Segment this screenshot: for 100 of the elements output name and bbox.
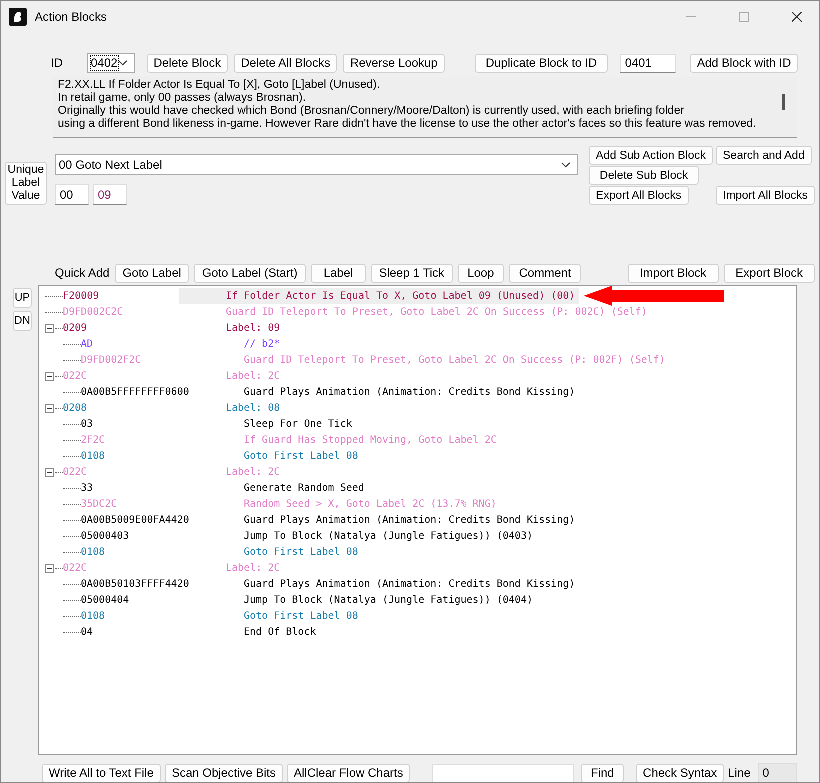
tree-item-text: Goto First Label 08 (244, 546, 358, 558)
description-line: using a different Bond likeness in-game. However Rare didn't have the license to use the other actor's faces so this feature was removed. (58, 118, 758, 131)
tree-item-code: 0A00B50103FFFF4420 (81, 578, 190, 590)
unique-label-value-button[interactable]: Unique Label Value (5, 162, 47, 205)
check-syntax-button[interactable]: Check Syntax (636, 764, 724, 782)
description-line: In retail game, only 00 passes (always Brosnan). (58, 92, 308, 105)
tree-item[interactable]: 05000403 Jump To Block (Natalya (Jungle Fatigues)) (0403) (39, 528, 796, 544)
tree-item[interactable]: 0108 Goto First Label 08 (39, 608, 796, 624)
tree-item-code: 05000404 (81, 594, 130, 606)
tree-item-code: D9FD002C2C (63, 306, 124, 318)
tree-item-text: Goto First Label 08 (244, 610, 358, 622)
tree-item-text: If Guard Has Stopped Moving, Goto Label 2C (244, 434, 497, 446)
allclear-flow-charts-button[interactable]: AllClear Flow Charts (286, 764, 410, 782)
line-label: Line (728, 766, 751, 780)
chevron-down-icon (118, 60, 128, 66)
import-block-button[interactable]: Import Block (628, 264, 719, 282)
tree-item[interactable]: 04 End Of Block (39, 624, 796, 640)
tree-item-code: 0A00B5009E00FA4420 (81, 514, 190, 526)
move-down-button[interactable]: DN (13, 311, 32, 331)
label-value-field[interactable]: 09 (93, 184, 127, 205)
add-block-with-id-button[interactable]: Add Block with ID (690, 54, 798, 72)
id-label: ID (51, 56, 63, 70)
tree-item-code: 0208 (63, 402, 88, 414)
tree-item-code: D9FD002F2C (81, 354, 142, 366)
export-all-blocks-button[interactable]: Export All Blocks (589, 186, 689, 205)
write-all-to-text-file-button[interactable]: Write All to Text File (42, 764, 161, 782)
chevron-down-icon (561, 162, 571, 168)
tree-item-text: Guard ID Teleport To Preset, Goto Label 2C On Success (P: 002F) (Self) (244, 354, 666, 366)
description-line: Originally this would have checked which Bond (Brosnan/Connery/Moore/Dalton) is currently used, with each briefing folder (58, 105, 686, 118)
tree-item-text: Sleep For One Tick (244, 418, 352, 430)
reverse-lookup-button[interactable]: Reverse Lookup (343, 54, 445, 72)
tree-item-text: Jump To Block (Natalya (Jungle Fatigues)) (0403) (244, 530, 533, 542)
quick-add-button[interactable]: Sleep 1 Tick (371, 264, 453, 282)
tree-item-text: // b2* (244, 338, 280, 350)
delete-all-blocks-button[interactable]: Delete All Blocks (234, 54, 338, 72)
tree-item[interactable]: 0108 Goto First Label 08 (39, 544, 796, 560)
tree-item[interactable]: 0A00B5FFFFFFFF0600 Guard Plays Animation (Animation: Credits Bond Kissing) (39, 384, 796, 400)
collapse-icon[interactable] (45, 372, 54, 380)
tree-item-code: 0108 (81, 546, 106, 558)
search-and-add-button[interactable]: Search and Add (716, 146, 812, 165)
tree-item-text: Label: 08 (226, 402, 280, 414)
quick-add-button[interactable]: Comment (509, 264, 582, 282)
scrollbar-thumb[interactable] (782, 94, 785, 110)
id-dropdown[interactable]: 0402 (87, 53, 135, 73)
add-sub-action-block-button[interactable]: Add Sub Action Block (589, 146, 713, 165)
delete-block-button[interactable]: Delete Block (146, 54, 228, 72)
tree-item-code: 05000403 (81, 530, 130, 542)
tree-item-code: AD (81, 338, 94, 350)
duplicate-block-button[interactable]: Duplicate Block to ID (474, 54, 608, 72)
quick-add-button[interactable]: Label (310, 264, 366, 282)
target-id-field[interactable]: 0401 (620, 54, 676, 72)
tree-item[interactable]: 03 Sleep For One Tick (39, 416, 796, 432)
tree-item-text: Guard Plays Animation (Animation: Credits Bond Kissing) (244, 386, 576, 398)
tree-item-code: 03 (81, 418, 94, 430)
description-line: F2.XX.LL If Folder Actor Is Equal To [X], Goto [L]abel (Unused). (58, 79, 382, 92)
quick-add-label: Quick Add (55, 266, 110, 280)
tree-item-code: 022C (63, 370, 88, 382)
label-value-field[interactable]: 00 (55, 184, 89, 205)
tree-item[interactable]: 33 Generate Random Seed (39, 480, 796, 496)
tree-item-text: Guard Plays Animation (Animation: Credits Bond Kissing) (244, 578, 576, 590)
import-all-blocks-button[interactable]: Import All Blocks (716, 186, 815, 205)
window-title: Action Blocks (35, 10, 108, 24)
tree-item[interactable]: 0A00B50103FFFF4420 Guard Plays Animation (Animation: Credits Bond Kissing) (39, 576, 796, 592)
tree-item-code: 0A00B5FFFFFFFF0600 (81, 386, 190, 398)
tree-item[interactable]: 0209 Label: 09 (39, 320, 796, 336)
tree-item-text: Guard Plays Animation (Animation: Credits Bond Kissing) (244, 514, 576, 526)
tree-item-text: Guard ID Teleport To Preset, Goto Label 2C On Success (P: 002C) (Self) (226, 306, 648, 318)
quick-add-button[interactable]: Goto Label (114, 264, 190, 282)
tree-item-code: 35DC2C (81, 498, 118, 510)
export-block-button[interactable]: Export Block (724, 264, 815, 282)
collapse-icon[interactable] (45, 324, 54, 332)
find-field[interactable] (432, 764, 574, 782)
tree-item[interactable]: 0A00B5009E00FA4420 Guard Plays Animation (Animation: Credits Bond Kissing) (39, 512, 796, 528)
tree-item-code: 0108 (81, 610, 106, 622)
command-dropdown[interactable]: 00 Goto Next Label (55, 154, 578, 175)
quick-add-button[interactable]: Goto Label (Start) (194, 264, 306, 282)
collapse-icon[interactable] (45, 404, 54, 412)
tree-item-text: Jump To Block (Natalya (Jungle Fatigues)) (0404) (244, 594, 533, 606)
tree-item-text: Label: 2C (226, 466, 280, 478)
delete-sub-block-button[interactable]: Delete Sub Block (589, 166, 700, 185)
close-icon[interactable] (792, 12, 802, 22)
move-up-button[interactable]: UP (13, 288, 32, 308)
tree-item[interactable]: 05000404 Jump To Block (Natalya (Jungle Fatigues)) (0404) (39, 592, 796, 608)
tree-item[interactable]: 0108 Goto First Label 08 (39, 448, 796, 464)
tree-item-text: End Of Block (244, 626, 316, 638)
collapse-icon[interactable] (45, 468, 54, 476)
tree-item[interactable]: AD // b2* (39, 336, 796, 352)
tree-item-text: Random Seed > X, Goto Label 2C (13.7% RNG) (244, 498, 497, 510)
tree-item-text: Generate Random Seed (244, 482, 364, 494)
find-button[interactable]: Find (581, 764, 624, 782)
tree-item[interactable]: 0208 Label: 08 (39, 400, 796, 416)
scan-objective-bits-button[interactable]: Scan Objective Bits (164, 764, 283, 782)
tree-item-code: 022C (63, 466, 88, 478)
tree-item-text: Label: 2C (226, 562, 280, 574)
line-number-field: 0 (758, 763, 797, 782)
quick-add-button[interactable]: Loop (458, 264, 504, 282)
tree-item-code: 0108 (81, 450, 106, 462)
collapse-icon[interactable] (45, 564, 54, 572)
tree-item-code: 022C (63, 562, 88, 574)
app-icon (9, 8, 27, 26)
